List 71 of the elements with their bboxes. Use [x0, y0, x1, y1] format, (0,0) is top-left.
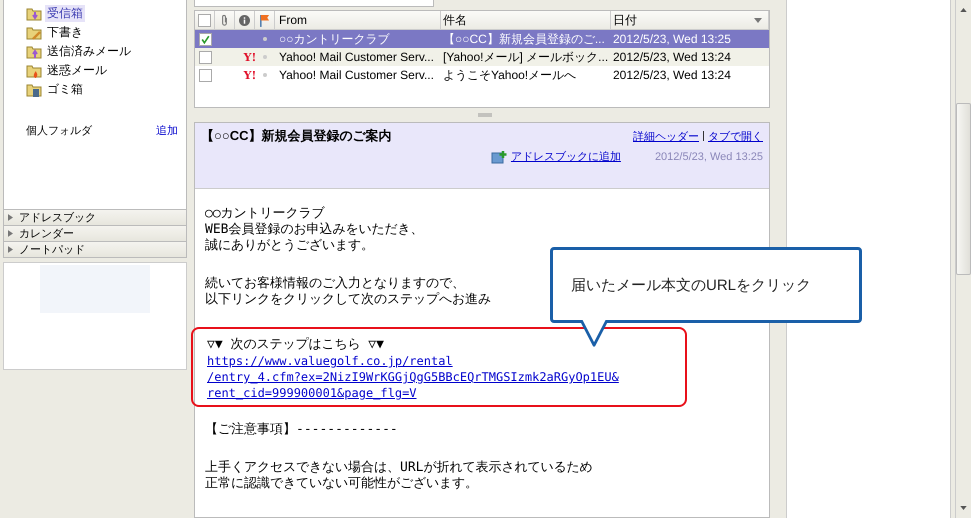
- message-row[interactable]: ○○カントリークラブ 【○○CC】新規会員登録のご... 2012/5/23, Wed 13:25: [195, 30, 769, 48]
- date-cell-text: 2012/5/23, Wed 13:24: [612, 50, 732, 64]
- personal-folder-label: 個人フォルダ: [26, 124, 92, 138]
- row-checkbox[interactable]: [198, 32, 212, 46]
- message-date: 2012/5/23, Wed 13:25: [654, 150, 763, 162]
- scroll-down-icon[interactable]: [960, 506, 967, 510]
- body-text: ○○カントリークラブ: [205, 206, 325, 222]
- sender-cell-text: Yahoo! Mail Customer Serv...: [278, 68, 435, 82]
- expand-arrow-icon: [8, 246, 13, 253]
- body-text: 以下リンクをクリックして次のステップへお進み: [205, 292, 491, 308]
- url-link[interactable]: rent_cid=999900001&page_flg=V: [207, 385, 417, 401]
- url-link[interactable]: https://www.valuegolf.co.jp/rental: [207, 353, 453, 369]
- folder-trash-icon: [26, 82, 42, 98]
- sender-logo: Y!: [244, 68, 256, 82]
- folder-icon: [26, 44, 42, 60]
- paperclip-icon[interactable]: [219, 14, 230, 26]
- status-dot-icon: [263, 55, 267, 59]
- section-header[interactable]: ノートパッド: [3, 242, 187, 258]
- callout-pointer: [581, 320, 609, 348]
- header-link[interactable]: タブで開く: [708, 128, 763, 144]
- sender-cell-text: ○○カントリークラブ: [278, 30, 390, 48]
- folder-icon: [26, 6, 42, 22]
- section-header[interactable]: カレンダー: [3, 226, 187, 242]
- scrollbar[interactable]: [955, 0, 971, 518]
- message-subject: 【○○CC】新規会員登録のご案内: [201, 127, 392, 145]
- folder-item[interactable]: ゴミ箱: [26, 80, 186, 99]
- url-link[interactable]: /entry_4.cfm?ex=2NizI9WrKGGjQgG5BBcEQrTMGSIzmk2aRGyOp1EU&: [207, 369, 619, 385]
- section-header[interactable]: アドレスブック: [3, 210, 187, 226]
- folder-item[interactable]: 受信箱: [26, 4, 186, 23]
- subject-cell-text: [Yahoo!メール] メールボック...: [442, 48, 610, 66]
- sender-logo: Y!: [244, 50, 256, 64]
- message-row[interactable]: Y! Yahoo! Mail Customer Serv... [Yahoo!メール] メールボック... 2012/5/23, Wed 13:24: [195, 48, 769, 66]
- column-header[interactable]: 日付: [611, 11, 769, 29]
- column-header[interactable]: From: [275, 11, 441, 29]
- folder-item[interactable]: 迷惑メール: [26, 61, 186, 80]
- body-text: 正常に認識できていない可能性がございます。: [205, 476, 478, 492]
- link-heading: ▽▼ 次のステップはこちら ▽▼: [207, 337, 384, 353]
- scroll-up-icon[interactable]: [960, 8, 967, 12]
- select-all-checkbox[interactable]: [198, 14, 211, 26]
- message-row[interactable]: Y! Yahoo! Mail Customer Serv... ようこそYahoo!メールへ 2012/5/23, Wed 13:24: [195, 66, 769, 84]
- folder-icon: [26, 62, 42, 78]
- row-checkbox[interactable]: [198, 68, 212, 82]
- body-text: 【ご注意事項】-------------: [205, 422, 398, 438]
- date-cell-text: 2012/5/23, Wed 13:24: [612, 68, 732, 82]
- body-text: 上手くアクセスできない場合は、URLが折れて表示されているため: [205, 460, 592, 476]
- body-text: WEB会員登録のお申込みをいただき、: [205, 222, 424, 238]
- header-link[interactable]: 詳細ヘッダー: [633, 128, 699, 144]
- row-checkbox[interactable]: [198, 50, 212, 64]
- sender-cell-text: Yahoo! Mail Customer Serv...: [278, 50, 435, 64]
- folder-item[interactable]: 下書き: [26, 23, 186, 42]
- expand-arrow-icon: [8, 214, 13, 221]
- date-cell-text: 2012/5/23, Wed 13:25: [612, 32, 732, 46]
- add-folder-link[interactable]: 追加: [156, 123, 178, 138]
- subject-cell-text: 【○○CC】新規会員登録のご...: [442, 30, 606, 48]
- folder-icon: [26, 24, 42, 40]
- body-text: 続いてお客様情報のご入力となりますので、: [205, 276, 465, 292]
- status-dot-icon: [263, 37, 267, 41]
- expand-arrow-icon: [8, 230, 13, 237]
- flag-icon[interactable]: [259, 14, 270, 26]
- folder-item[interactable]: 送信済みメール: [26, 42, 186, 61]
- subject-cell-text: ようこそYahoo!メールへ: [442, 66, 578, 84]
- body-text: 誠にありがとうございます。: [205, 238, 374, 254]
- column-header[interactable]: 件名: [441, 11, 611, 29]
- status-dot-icon: [263, 73, 267, 77]
- add-contact-link[interactable]: アドレスブックに追加: [510, 149, 621, 164]
- add-contact-icon: [490, 150, 507, 164]
- search-field[interactable]: [194, 0, 434, 7]
- scroll-thumb[interactable]: [956, 103, 971, 275]
- sort-arrow-icon: [754, 18, 762, 22]
- info-icon[interactable]: [239, 14, 250, 26]
- splitter-grip-icon[interactable]: [478, 113, 492, 117]
